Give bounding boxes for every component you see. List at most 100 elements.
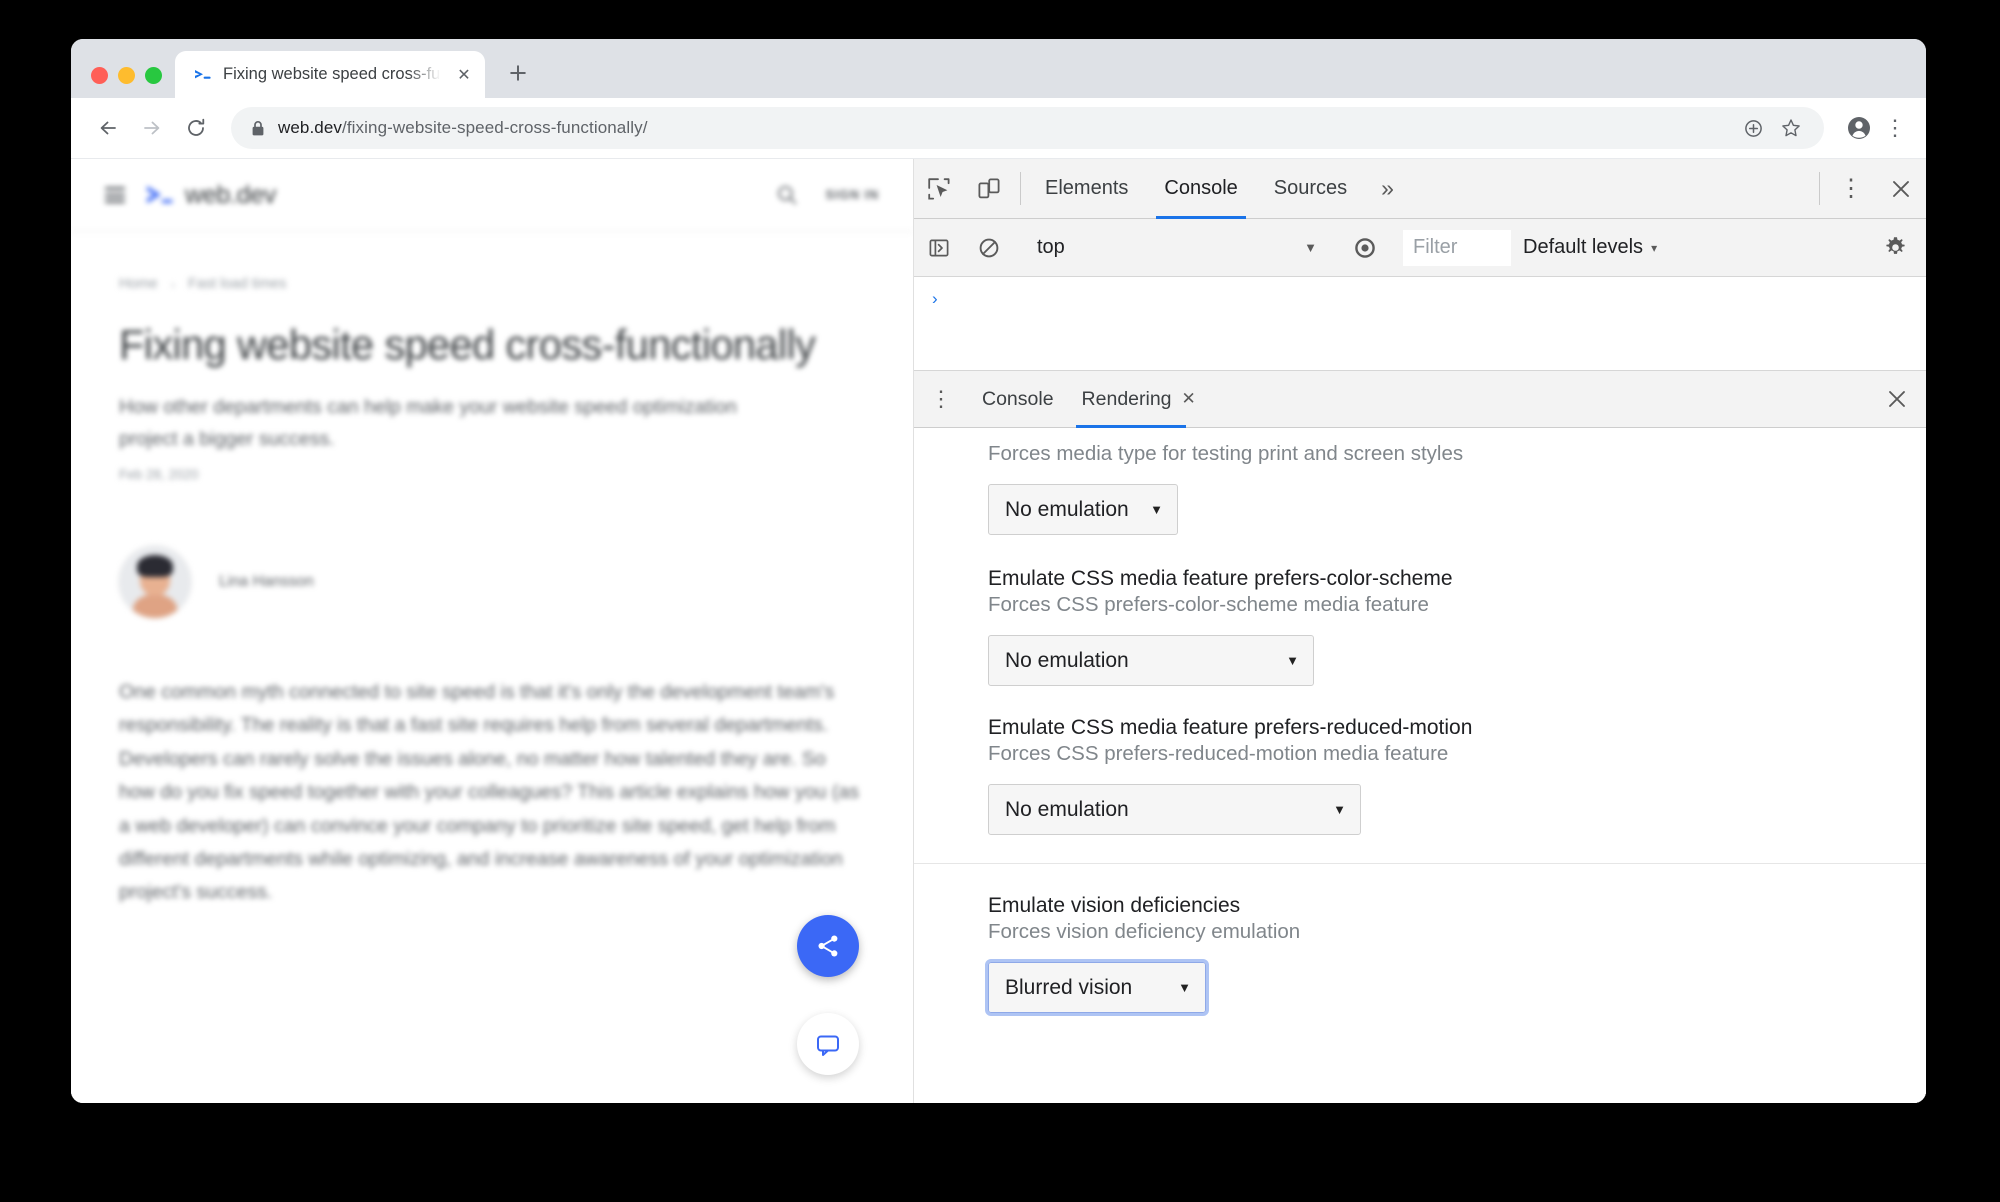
tab-sources[interactable]: Sources (1256, 159, 1365, 218)
prefers-reduced-motion-select-value: No emulation (1005, 797, 1129, 821)
console-levels-dropdown[interactable]: Default levels ▾ (1511, 236, 1669, 259)
close-tab-button[interactable]: ✕ (453, 64, 475, 86)
tab-console[interactable]: Console (1146, 159, 1255, 219)
address-bar[interactable]: web.dev/fixing-website-speed-cross-funct… (231, 107, 1824, 149)
browser-tab-title: Fixing website speed cross-fun (223, 65, 443, 83)
share-icon[interactable] (797, 915, 859, 977)
page-viewport: web.dev SIGN IN Home › Fast load times F… (71, 159, 914, 1103)
setting-description: Forces CSS prefers-color-scheme media fe… (988, 593, 1429, 616)
profile-avatar-icon[interactable] (1842, 111, 1876, 145)
console-output[interactable]: › (914, 277, 1926, 371)
forward-button[interactable] (131, 107, 173, 149)
breadcrumb-item-fast-load-times[interactable]: Fast load times (188, 276, 286, 292)
breadcrumb-item-home[interactable]: Home (119, 276, 158, 292)
url-path: /fixing-website-speed-cross-functionally… (342, 118, 648, 137)
media-type-select-value: No emulation (1005, 497, 1129, 521)
toolbar-divider-right (1819, 172, 1820, 205)
address-bar-url: web.dev/fixing-website-speed-cross-funct… (278, 118, 648, 138)
devtools-toolbar: Elements Console Sources » ⋮ (914, 159, 1926, 219)
close-window-button[interactable] (91, 67, 108, 84)
search-icon[interactable] (775, 183, 799, 207)
chevron-down-icon: ▼ (1333, 802, 1346, 817)
close-rendering-tab-icon[interactable]: ✕ (1182, 389, 1196, 409)
vision-deficiency-select[interactable]: Blurred vision ▼ (985, 959, 1209, 1016)
author-name: Lina Hansson (219, 573, 314, 591)
breadcrumb-separator-icon: › (170, 276, 176, 292)
new-tab-button[interactable] (499, 54, 537, 92)
lock-icon (251, 120, 265, 137)
back-button[interactable] (87, 107, 129, 149)
webdev-logo-icon (145, 182, 175, 208)
toolbar-end-actions: ⋮ (1836, 111, 1912, 145)
devtools-drawer: ⋮ Console Rendering ✕ Forces media type … (914, 371, 1926, 1103)
drawer-tab-console[interactable]: Console (968, 371, 1068, 427)
more-panels-icon[interactable]: » (1365, 159, 1410, 218)
close-drawer-icon[interactable] (1868, 371, 1926, 427)
drawer-menu-icon[interactable]: ⋮ (914, 371, 968, 427)
drawer-tab-console-label: Console (982, 387, 1054, 410)
live-expression-icon[interactable] (1340, 235, 1390, 261)
setting-title: Emulate CSS media feature prefers-color-… (988, 567, 1453, 590)
console-levels-value: Default levels (1523, 236, 1644, 258)
content-split: web.dev SIGN IN Home › Fast load times F… (71, 158, 1926, 1103)
author-row: Lina Hansson (119, 546, 865, 619)
devtools-panel: Elements Console Sources » ⋮ top ▼ Filte… (914, 159, 1926, 1103)
browser-menu-icon[interactable]: ⋮ (1878, 111, 1912, 145)
address-bar-actions (1736, 111, 1808, 145)
install-app-icon[interactable] (1736, 111, 1770, 145)
prefers-reduced-motion-select[interactable]: No emulation ▼ (988, 784, 1361, 835)
feedback-icon[interactable] (797, 1013, 859, 1075)
setting-emulate-css-media-type: Forces media type for testing print and … (914, 428, 1926, 535)
console-context-selector[interactable]: top ▼ (1027, 231, 1327, 265)
reload-button[interactable] (175, 107, 217, 149)
prefers-color-scheme-select[interactable]: No emulation ▼ (988, 635, 1314, 686)
console-context-value: top (1037, 236, 1065, 258)
maximize-window-button[interactable] (145, 67, 162, 84)
sign-in-link[interactable]: SIGN IN (825, 188, 879, 202)
console-toolbar: top ▼ Filter Default levels ▾ (914, 219, 1926, 277)
inspect-element-icon[interactable] (914, 159, 964, 218)
page-title: Fixing website speed cross-functionally (119, 321, 816, 368)
devtools-toolbar-right: ⋮ (1813, 159, 1926, 218)
search-input[interactable]: Filter (1403, 229, 1511, 266)
hamburger-icon[interactable] (105, 187, 125, 203)
console-sidebar-icon[interactable] (914, 236, 964, 260)
drawer-tab-rendering[interactable]: Rendering ✕ (1068, 371, 1210, 428)
url-host: web.dev (278, 118, 343, 137)
chevron-down-icon: ▼ (1286, 653, 1299, 668)
article: Home › Fast load times Fixing website sp… (71, 232, 913, 910)
avatar (119, 546, 191, 619)
setting-description: Forces CSS prefers-reduced-motion media … (988, 742, 1449, 765)
site-header: web.dev SIGN IN (71, 159, 913, 232)
gear-icon[interactable] (1870, 234, 1920, 261)
prefers-color-scheme-select-value: No emulation (1005, 648, 1129, 672)
close-devtools-icon[interactable] (1876, 159, 1926, 218)
toolbar-divider (1020, 172, 1021, 205)
tab-elements[interactable]: Elements (1027, 159, 1146, 218)
devtools-main-menu-icon[interactable]: ⋮ (1826, 159, 1876, 218)
setting-title: Emulate CSS media feature prefers-reduce… (988, 716, 1473, 739)
article-date: Feb 28, 2020 (119, 467, 199, 483)
browser-tab[interactable]: Fixing website speed cross-fun ✕ (175, 51, 485, 98)
media-type-select[interactable]: No emulation ▼ (988, 484, 1178, 535)
article-body: One common myth connected to site speed … (119, 681, 859, 904)
clear-console-icon[interactable] (964, 236, 1014, 260)
vision-deficiency-select-value: Blurred vision (1005, 975, 1133, 999)
minimize-window-button[interactable] (118, 67, 135, 84)
webdev-favicon-icon (193, 65, 213, 85)
drawer-tabbar: ⋮ Console Rendering ✕ (914, 371, 1926, 428)
tab-strip: Fixing website speed cross-fun ✕ (71, 39, 1926, 98)
site-header-actions: SIGN IN (775, 183, 879, 207)
chevron-down-icon: ▼ (1178, 980, 1191, 995)
device-toolbar-icon[interactable] (964, 159, 1014, 218)
chevron-down-icon: ▼ (1304, 240, 1317, 255)
rendering-panel[interactable]: Forces media type for testing print and … (914, 428, 1926, 1103)
setting-description: Forces media type for testing print and … (988, 442, 1464, 465)
bookmark-star-icon[interactable] (1774, 111, 1808, 145)
browser-toolbar: web.dev/fixing-website-speed-cross-funct… (71, 98, 1926, 158)
setting-emulate-vision-deficiencies: Emulate vision deficiencies Forces visio… (914, 863, 1926, 1016)
blurred-page-content: web.dev SIGN IN Home › Fast load times F… (71, 159, 913, 1103)
breadcrumb: Home › Fast load times (119, 276, 865, 292)
setting-description: Forces vision deficiency emulation (988, 920, 1301, 943)
chevron-down-icon: ▼ (1150, 502, 1163, 517)
